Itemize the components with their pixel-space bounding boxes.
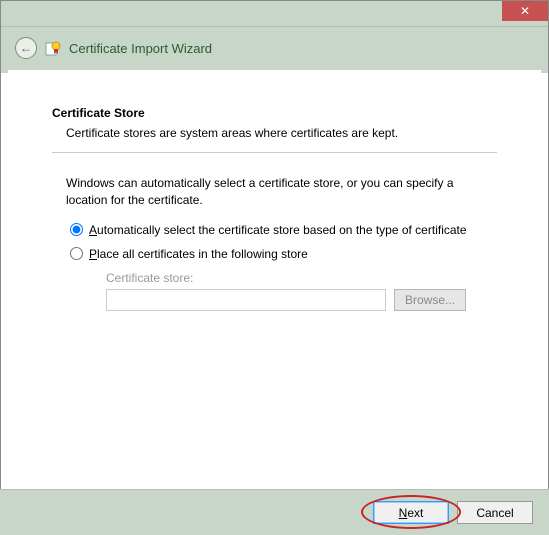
back-arrow-icon: ← [20, 41, 32, 55]
section-description: Certificate stores are system areas wher… [66, 126, 497, 140]
store-path-input [106, 289, 386, 311]
divider [52, 152, 497, 153]
close-icon: ✕ [520, 4, 530, 18]
radio-auto-label: Automatically select the certificate sto… [89, 223, 467, 237]
wizard-footer: Next Cancel [0, 489, 549, 535]
certificate-wizard-icon [45, 40, 61, 56]
radio-auto-row[interactable]: Automatically select the certificate sto… [70, 223, 497, 237]
wizard-header: ← Certificate Import Wizard [1, 27, 548, 73]
browse-button: Browse... [394, 289, 466, 311]
back-button[interactable]: ← [15, 37, 37, 59]
section-title: Certificate Store [52, 106, 497, 120]
content-panel: Certificate Store Certificate stores are… [8, 70, 541, 489]
radio-place-row[interactable]: Place all certificates in the following … [70, 247, 497, 261]
store-path-block: Certificate store: Browse... [106, 271, 497, 311]
radio-auto[interactable] [70, 223, 83, 236]
next-button[interactable]: Next [373, 501, 449, 524]
close-button[interactable]: ✕ [502, 1, 548, 21]
store-selection-group: Automatically select the certificate sto… [70, 223, 497, 311]
wizard-title: Certificate Import Wizard [69, 41, 212, 56]
intro-text: Windows can automatically select a certi… [66, 175, 497, 209]
radio-place[interactable] [70, 247, 83, 260]
titlebar: ✕ [1, 1, 548, 27]
cancel-button[interactable]: Cancel [457, 501, 533, 524]
radio-place-label: Place all certificates in the following … [89, 247, 308, 261]
store-path-label: Certificate store: [106, 271, 497, 285]
